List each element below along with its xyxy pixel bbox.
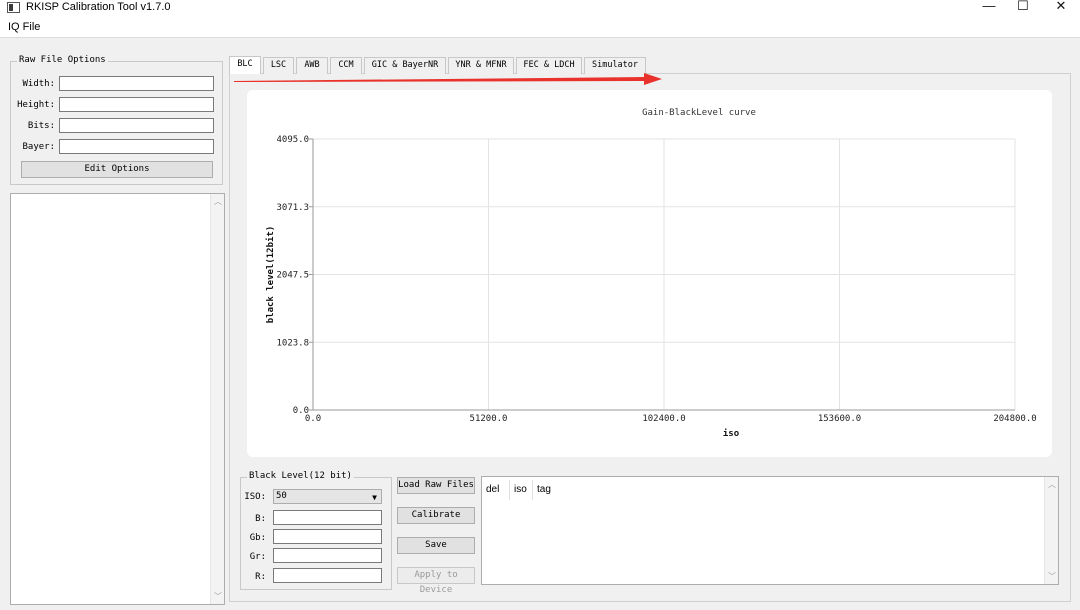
- gr-label: Gr:: [249, 552, 266, 562]
- r-label: R:: [255, 572, 266, 582]
- calibrate-button[interactable]: Calibrate: [397, 507, 475, 524]
- list-scrollbar[interactable]: ︿ ﹀: [210, 194, 224, 604]
- width-field[interactable]: [59, 76, 214, 91]
- height-label: Height:: [17, 100, 55, 110]
- bayer-field[interactable]: [59, 139, 214, 154]
- iso-label: ISO:: [244, 492, 266, 502]
- iso-select-value: 50: [276, 491, 287, 501]
- raw-file-options-title: Raw File Options: [17, 55, 108, 65]
- y-tick-label: 0.0: [293, 406, 309, 416]
- scroll-up-icon[interactable]: ︿: [1045, 479, 1059, 490]
- raw-file-list[interactable]: ︿ ﹀: [10, 193, 225, 605]
- chart-title: Gain-BlackLevel curve: [642, 108, 756, 118]
- x-tick-label: 204800.0: [993, 414, 1036, 424]
- annotation-arrow-icon: [234, 73, 662, 85]
- maximize-icon[interactable]: ☐: [1008, 0, 1038, 14]
- y-axis-label: black level(12bit): [265, 226, 276, 324]
- height-field[interactable]: [59, 97, 214, 112]
- b-field[interactable]: [273, 510, 382, 525]
- bayer-label: Bayer:: [22, 142, 55, 152]
- app-icon: [7, 2, 20, 13]
- bits-label: Bits:: [27, 121, 55, 131]
- scroll-down-icon[interactable]: ﹀: [211, 591, 225, 602]
- x-tick-label: 102400.0: [642, 414, 685, 424]
- y-tick-label: 2047.5: [276, 271, 309, 281]
- x-tick-label: 153600.0: [818, 414, 861, 424]
- b-label: B:: [255, 514, 266, 524]
- column-header-iso[interactable]: iso: [510, 477, 532, 502]
- black-level-title: Black Level(12 bit): [247, 471, 354, 481]
- x-axis-label: iso: [723, 428, 739, 439]
- close-icon[interactable]: ✕: [1046, 0, 1076, 14]
- gb-field[interactable]: [273, 529, 382, 544]
- bits-field[interactable]: [59, 118, 214, 133]
- y-tick-label: 4095.0: [276, 135, 309, 145]
- menu-iq-file[interactable]: IQ File: [8, 21, 40, 33]
- gain-blacklevel-chart: Gain-BlackLevel curve 0.0 51200.0 102400.0 1…: [265, 108, 1037, 439]
- chevron-down-icon: ▼: [372, 493, 377, 502]
- table-scrollbar[interactable]: ︿ ﹀: [1044, 477, 1058, 584]
- r-field[interactable]: [273, 568, 382, 583]
- title-bar: RKISP Calibration Tool v1.7.0 — ☐ ✕: [0, 0, 1080, 18]
- window-title: RKISP Calibration Tool v1.7.0: [26, 1, 171, 13]
- scroll-down-icon[interactable]: ﹀: [1045, 571, 1059, 582]
- column-header-del[interactable]: del: [482, 477, 509, 502]
- gr-field[interactable]: [273, 548, 382, 563]
- width-label: Width:: [22, 79, 55, 89]
- iso-select[interactable]: 50 ▼: [273, 489, 382, 504]
- load-raw-files-button[interactable]: Load Raw Files: [397, 477, 475, 494]
- save-button[interactable]: Save: [397, 537, 475, 554]
- y-tick-label: 3071.3: [276, 203, 309, 213]
- scroll-up-icon[interactable]: ︿: [211, 196, 225, 207]
- column-header-tag[interactable]: tag: [533, 477, 573, 502]
- chart-card: Gain-BlackLevel curve 0.0 51200.0 102400.0 1…: [247, 90, 1052, 457]
- edit-options-button[interactable]: Edit Options: [21, 161, 213, 178]
- minimize-icon[interactable]: —: [974, 0, 1004, 14]
- menu-bar: IQ File: [0, 18, 1080, 38]
- apply-to-device-button[interactable]: Apply to Device: [397, 567, 475, 595]
- x-tick-label: 51200.0: [470, 414, 508, 424]
- y-tick-label: 1023.8: [276, 338, 309, 348]
- result-table[interactable]: del iso tag ︿ ﹀: [481, 476, 1059, 585]
- gb-label: Gb:: [249, 533, 266, 543]
